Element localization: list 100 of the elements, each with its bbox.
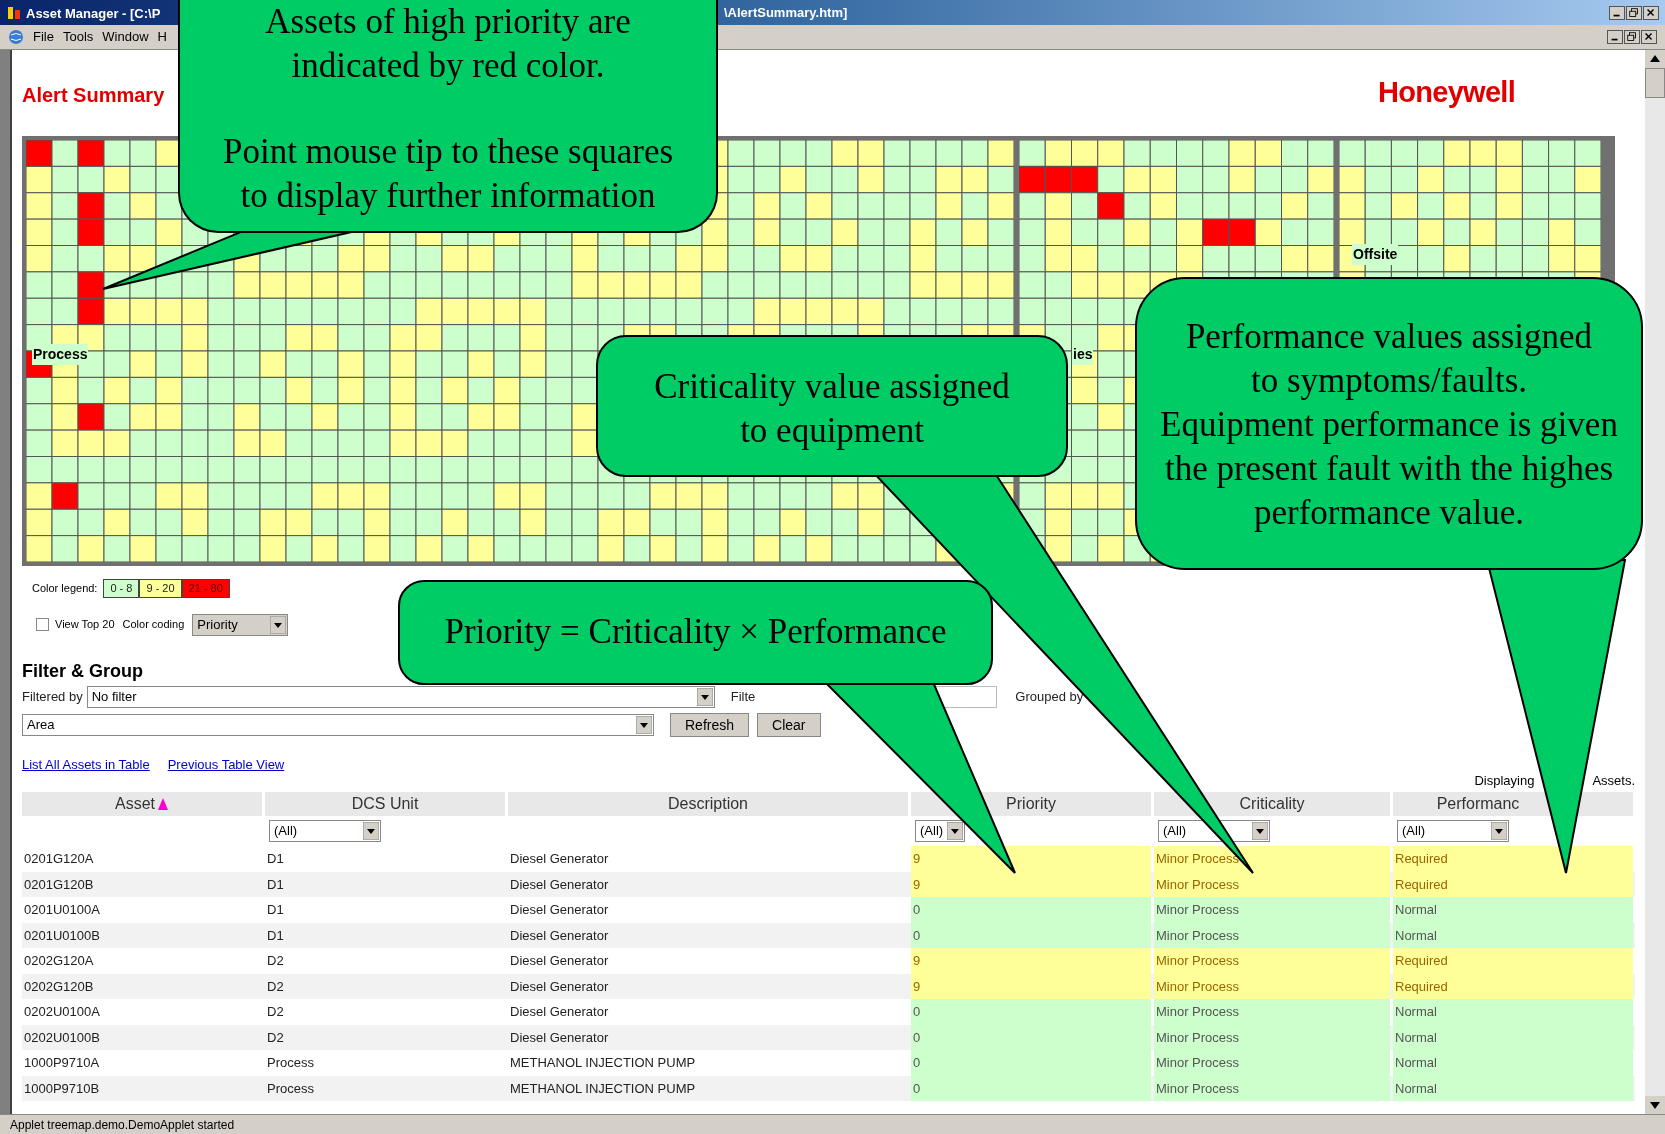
table-cell-text: 1000P9710B — [23, 1079, 101, 1098]
dropdown[interactable]: (All) — [1397, 820, 1509, 842]
menu-item[interactable]: Tools — [62, 27, 94, 47]
table-cell: 0 — [911, 1024, 1151, 1050]
table-cell-text: METHANOL INJECTION PUMP — [509, 1079, 697, 1098]
column-header-label: Description — [668, 794, 748, 814]
table-cell: Minor Process — [1154, 1024, 1390, 1050]
legend-swatch: 9 - 20 — [139, 579, 182, 598]
table-cell: Required — [1393, 973, 1633, 999]
dropdown[interactable]: Area — [22, 714, 654, 736]
logo: Honeywell — [1378, 74, 1515, 110]
table-cell-text: Diesel Generator — [509, 1028, 610, 1047]
dropdown[interactable]: (All) — [269, 820, 381, 842]
column-header-label: Asset — [115, 794, 155, 814]
table-cell: Normal — [1393, 1075, 1633, 1101]
scroll-up-icon[interactable] — [1645, 50, 1665, 68]
globe-icon — [8, 29, 24, 45]
minimize-button[interactable] — [1609, 5, 1625, 20]
table-cell: Normal — [1393, 897, 1633, 923]
table-cell-text: 0201G120B — [23, 875, 95, 894]
table-cell: Minor Process — [1154, 871, 1390, 897]
table-cell: Minor Process — [1154, 999, 1390, 1025]
table-cell-text: Diesel Generator — [509, 850, 610, 868]
action-button[interactable]: Clear — [757, 713, 821, 737]
table-cell: Required — [1393, 948, 1633, 974]
table-cell-text: Diesel Generator — [509, 926, 610, 945]
column-header[interactable]: DCS Unit — [265, 792, 505, 816]
column-header[interactable]: Criticality — [1154, 792, 1390, 816]
dropdown[interactable]: Priority — [192, 613, 289, 636]
checkbox[interactable] — [36, 618, 49, 631]
menu-item[interactable]: H — [157, 27, 167, 47]
table-cell-text: D2 — [266, 1003, 285, 1021]
table-cell-text: 0201U0100B — [23, 926, 101, 945]
table-cell-text: D1 — [266, 875, 285, 894]
maximize-button[interactable] — [1626, 5, 1642, 20]
status-text: Applet treemap.demo.DemoApplet started — [10, 1116, 235, 1134]
checkbox-label: View Top 20 — [55, 617, 115, 633]
menu-item[interactable]: File — [33, 27, 54, 47]
scroll-down-icon[interactable] — [1645, 1096, 1665, 1114]
column-header[interactable]: Description — [508, 792, 908, 816]
app-icon — [6, 4, 22, 21]
caret-icon — [1491, 822, 1507, 840]
caret-icon — [270, 615, 287, 634]
table-cell: Normal — [1393, 922, 1633, 948]
caret-icon — [1252, 822, 1268, 840]
filter-label: Filte — [730, 688, 756, 707]
display-count-text: Assets. — [1592, 771, 1635, 790]
filtered-by-label: Filtered by — [22, 688, 83, 707]
dropdown[interactable]: (All) — [915, 820, 965, 842]
close-button[interactable] — [1643, 5, 1659, 20]
caret-icon — [636, 716, 652, 734]
table-cell: 9 — [911, 948, 1151, 974]
table-cell-text: METHANOL INJECTION PUMP — [509, 1054, 697, 1072]
menu-item[interactable]: Window — [102, 27, 149, 47]
legend-swatch: 21 - 80 — [181, 579, 230, 598]
table-cell-text: 0202U0100A — [23, 1003, 101, 1021]
table-cell: Minor Process — [1154, 1075, 1390, 1101]
table-cell: Minor Process — [1154, 948, 1390, 974]
table-cell: Required — [1393, 846, 1633, 872]
table-cell-text: 1000P9710A — [23, 1054, 101, 1072]
caret-icon — [696, 688, 713, 706]
caret-icon — [947, 822, 963, 840]
page-title: Alert Summary — [22, 83, 165, 108]
table-cell-text: 0202U0100B — [23, 1028, 101, 1047]
link[interactable]: List All Assets in Table — [22, 755, 150, 775]
treemap-label: Offsite — [1352, 244, 1399, 265]
table-cell: Normal — [1393, 1050, 1633, 1076]
close-button[interactable] — [1641, 30, 1657, 44]
color-coding-label: Color coding — [122, 617, 185, 633]
callout-tooltip: Criticality value assigned to equipment — [596, 335, 1068, 477]
sort-icon — [157, 797, 169, 811]
table-cell-text: D2 — [266, 977, 285, 996]
action-button[interactable]: Refresh — [670, 713, 750, 737]
column-header-label: Criticality — [1239, 794, 1305, 814]
scroll-thumb[interactable] — [1645, 68, 1665, 98]
table-cell-text: 0202G120A — [23, 952, 95, 970]
table-cell-text: Process — [266, 1079, 315, 1098]
table-cell: 9 — [911, 973, 1151, 999]
dropdown[interactable]: No filter — [86, 686, 715, 708]
treemap-label: Process — [32, 344, 89, 365]
section-heading: Filter & Group — [22, 659, 144, 682]
table-cell-text: Diesel Generator — [509, 875, 610, 894]
minimize-button[interactable] — [1607, 30, 1623, 44]
table-cell: Minor Process — [1154, 973, 1390, 999]
column-header[interactable]: Asset — [22, 792, 262, 816]
table-cell: 0 — [911, 922, 1151, 948]
scrollbar[interactable] — [1645, 50, 1665, 1114]
table-cell: Minor Process — [1154, 1050, 1390, 1076]
table-cell-text: 0202G120B — [23, 977, 95, 996]
callout-tooltip: Performance values assigned to symptoms/faults. Equipment performance is given the present fault with the highes performance value. — [1135, 277, 1643, 570]
window-title: Asset Manager - [C:\P — [26, 5, 161, 21]
legend-label: Color legend: — [32, 581, 98, 596]
caret-icon — [363, 822, 379, 840]
table-cell-text: D2 — [266, 1028, 285, 1047]
table-cell-text: D1 — [266, 850, 285, 868]
grouped-by-label: Grouped by — [1015, 688, 1084, 707]
maximize-button[interactable] — [1624, 30, 1640, 44]
column-header-label: DCS Unit — [351, 794, 419, 814]
link[interactable]: Previous Table View — [167, 755, 285, 775]
table-cell: Minor Process — [1154, 922, 1390, 948]
